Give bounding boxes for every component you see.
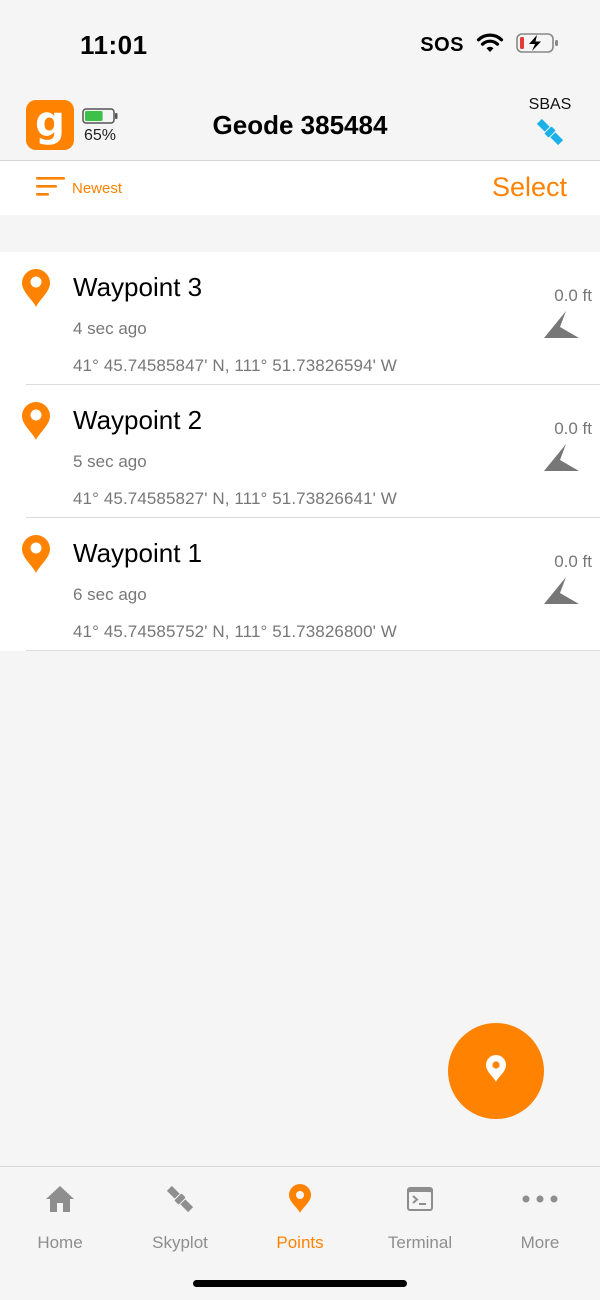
row-divider xyxy=(26,650,600,651)
more-icon xyxy=(480,1181,600,1217)
tab-label: Terminal xyxy=(387,1233,453,1252)
tab-points[interactable]: Points xyxy=(240,1181,360,1253)
app-logo[interactable]: g xyxy=(26,100,74,150)
waypoint-coords: 41° 45.74585847' N, 111° 51.73826594' W xyxy=(73,356,397,375)
sort-icon xyxy=(36,175,66,201)
tab-terminal[interactable]: Terminal xyxy=(360,1181,480,1253)
waypoint-pin-icon xyxy=(20,401,52,446)
waypoint-distance: 0.0 ft xyxy=(554,286,592,305)
sos-indicator: SOS xyxy=(420,34,464,56)
direction-arrow-icon xyxy=(544,575,580,610)
wifi-icon xyxy=(476,32,504,59)
select-button[interactable]: Select xyxy=(492,172,567,203)
satellite-icon xyxy=(120,1181,240,1217)
tab-skyplot[interactable]: Skyplot xyxy=(120,1181,240,1253)
waypoint-row[interactable]: Waypoint 2 5 sec ago 41° 45.74585827' N,… xyxy=(0,385,600,518)
waypoint-name: Waypoint 1 xyxy=(73,538,203,568)
waypoint-pin-icon xyxy=(20,268,52,313)
tab-label: Points xyxy=(276,1233,324,1252)
app-header: g 65% Geode 385484 SBAS xyxy=(0,90,600,161)
waypoint-coords: 41° 45.74585827' N, 111° 51.73826641' W xyxy=(73,489,397,508)
status-time: 11:01 xyxy=(80,30,148,60)
sbas-status[interactable]: SBAS xyxy=(526,96,574,155)
tab-more[interactable]: More xyxy=(480,1181,600,1253)
direction-arrow-icon xyxy=(544,309,580,344)
sbas-label: SBAS xyxy=(528,96,572,113)
waypoint-time: 5 sec ago xyxy=(73,452,147,471)
waypoint-distance: 0.0 ft xyxy=(554,419,592,438)
waypoint-time: 6 sec ago xyxy=(73,585,147,604)
waypoint-pin-icon xyxy=(20,534,52,579)
waypoint-row[interactable]: Waypoint 3 4 sec ago 41° 45.74585847' N,… xyxy=(0,252,600,385)
device-name-title[interactable]: Geode 385484 xyxy=(213,110,388,140)
phone-battery-charging-icon xyxy=(516,32,560,59)
waypoint-distance: 0.0 ft xyxy=(554,552,592,571)
device-battery-icon xyxy=(82,108,118,129)
home-icon xyxy=(0,1181,120,1217)
terminal-icon xyxy=(360,1181,480,1217)
tab-label: More xyxy=(520,1233,560,1252)
battery-level-fill xyxy=(85,111,103,121)
tab-home[interactable]: Home xyxy=(0,1181,120,1253)
list-toolbar: Newest Select xyxy=(0,161,600,215)
sort-button[interactable]: Newest xyxy=(36,175,122,201)
waypoint-list: Waypoint 3 4 sec ago 41° 45.74585847' N,… xyxy=(0,252,600,651)
home-indicator xyxy=(193,1280,407,1287)
tab-label: Home xyxy=(37,1233,83,1252)
tab-label: Skyplot xyxy=(152,1233,208,1252)
direction-arrow-icon xyxy=(544,442,580,477)
waypoint-row[interactable]: Waypoint 1 6 sec ago 41° 45.74585752' N,… xyxy=(0,518,600,651)
sort-label: Newest xyxy=(72,179,123,197)
status-bar: 11:01 SOS xyxy=(0,0,600,90)
waypoint-coords: 41° 45.74585752' N, 111° 51.73826800' W xyxy=(73,622,397,641)
waypoint-time: 4 sec ago xyxy=(73,319,147,338)
satellite-icon xyxy=(532,118,568,154)
waypoint-name: Waypoint 2 xyxy=(73,405,203,435)
battery-percent: 65% xyxy=(84,127,117,144)
pin-icon xyxy=(240,1181,360,1217)
pin-icon xyxy=(485,1054,507,1088)
waypoint-name: Waypoint 3 xyxy=(73,272,203,302)
status-icons: SOS xyxy=(420,32,560,59)
add-waypoint-button[interactable] xyxy=(448,1023,544,1119)
